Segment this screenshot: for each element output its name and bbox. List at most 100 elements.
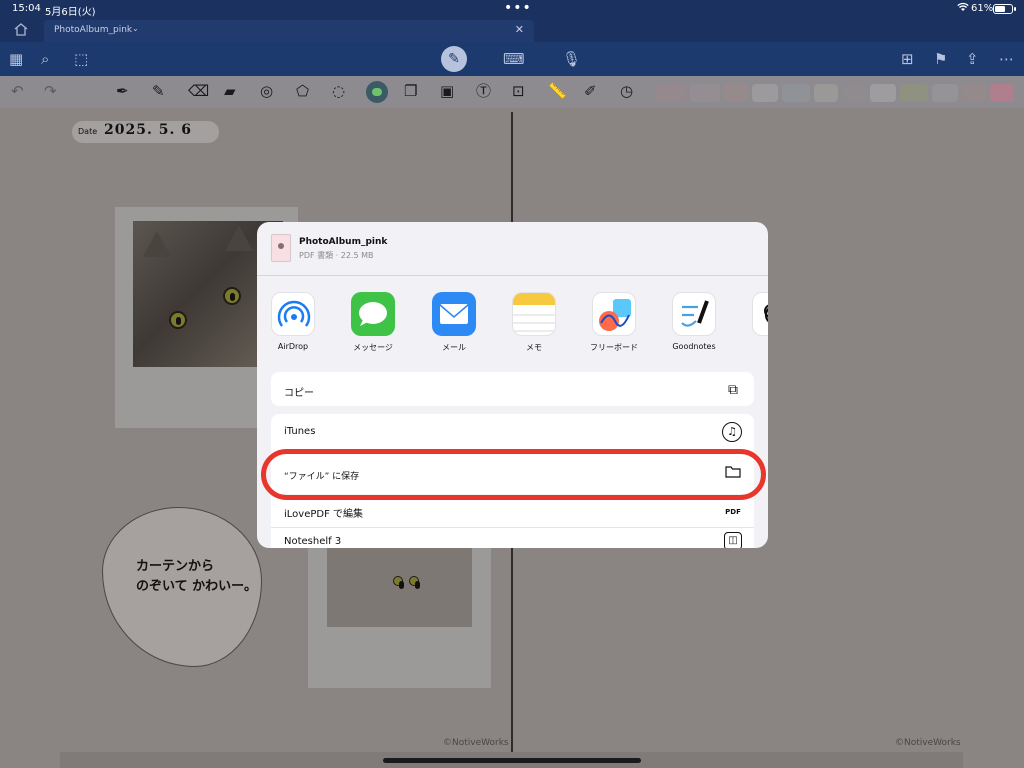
multitask-dots-icon[interactable]: ••• <box>504 0 532 16</box>
timer-icon[interactable]: ◷ <box>620 82 633 100</box>
sticker-swatch[interactable] <box>870 84 896 102</box>
lasso-icon[interactable]: ◌ <box>332 82 345 100</box>
sticker-swatch[interactable] <box>690 84 720 102</box>
chevron-down-icon[interactable]: ⌄ <box>132 24 139 33</box>
pen-icon[interactable]: ✒ <box>116 82 129 100</box>
messages-icon <box>351 292 395 336</box>
watermark: ©NotiveWorks <box>895 738 961 748</box>
bookmark-icon[interactable]: ⚑ <box>934 50 947 68</box>
sticker-swatch[interactable] <box>814 84 838 102</box>
cat-ear <box>225 225 253 251</box>
bubble-text-line: カーテンから <box>136 559 215 574</box>
app-label: フリーボード <box>590 343 638 352</box>
home-indicator[interactable] <box>383 758 641 763</box>
action-label: iTunes <box>284 426 316 437</box>
action-label: iLovePDF で編集 <box>284 509 364 520</box>
app-label: メモ <box>526 343 542 352</box>
cat-photo[interactable] <box>327 548 472 627</box>
microphone-icon[interactable]: 🎙 <box>562 50 581 68</box>
nav-bar: ▦ ⌕ ⬚ ✎ ⌨ 🎙 ⊞ ⚑ ⇪ ⋯ <box>0 42 1024 76</box>
home-icon[interactable] <box>14 23 30 37</box>
mail-icon <box>432 292 476 336</box>
text-box-icon[interactable]: Ⓣ <box>476 82 491 100</box>
share-app-notes[interactable]: メモ <box>502 292 566 362</box>
sticker-tool-icon[interactable] <box>366 81 388 103</box>
keyboard-icon[interactable]: ⌨ <box>503 50 525 68</box>
sticker-swatch[interactable] <box>724 84 748 102</box>
more-icon[interactable]: ⋯ <box>999 50 1014 68</box>
laser-pointer-icon[interactable]: ✐ <box>584 82 597 100</box>
cat-ear <box>143 231 171 257</box>
save-to-files-highlight-ring <box>261 449 766 500</box>
sticker-swatch[interactable] <box>900 84 928 102</box>
freeform-icon <box>592 292 636 336</box>
itunes-icon: ♫ <box>722 422 742 442</box>
shape-icon[interactable]: ◎ <box>260 82 273 100</box>
share-sheet-header: PhotoAlbum_pink PDF 書類 · 22.5 MB <box>257 222 768 276</box>
add-page-icon[interactable]: ⊞ <box>901 50 914 68</box>
battery-fill <box>995 6 1005 12</box>
action-copy[interactable]: コピー ⧉ <box>271 372 754 406</box>
redo-icon[interactable]: ↷ <box>44 82 57 100</box>
watermark: ©NotiveWorks <box>443 738 509 748</box>
airdrop-icon <box>271 292 315 336</box>
lasso-select-icon[interactable]: ⬚ <box>74 50 88 68</box>
status-bar: 15:04 5月6日(火) ••• 61% <box>0 0 1024 18</box>
file-name: PhotoAlbum_pink <box>299 237 388 247</box>
battery-icon <box>993 4 1016 14</box>
sticker-swatch[interactable] <box>752 84 778 102</box>
action-itunes[interactable]: iTunes ♫ <box>271 414 754 452</box>
app-label: メッセージ <box>353 343 393 352</box>
noteshelf-icon: ◫ <box>724 532 742 548</box>
share-app-chatgpt[interactable]: Ch <box>742 292 768 362</box>
wifi-icon <box>957 2 969 15</box>
notes-icon <box>512 292 556 336</box>
highlighter-icon[interactable]: ▰ <box>224 82 236 100</box>
share-app-mail[interactable]: メール <box>422 292 486 362</box>
elements-icon[interactable]: ❐ <box>404 82 417 100</box>
share-app-airdrop[interactable]: AirDrop <box>261 292 325 362</box>
sticker-swatch[interactable] <box>932 84 958 102</box>
copy-icon: ⧉ <box>728 382 738 398</box>
undo-icon[interactable]: ↶ <box>11 82 24 100</box>
cat-eye <box>409 576 420 589</box>
action-label: Noteshelf 3 <box>284 536 342 547</box>
share-app-freeform[interactable]: フリーボード <box>582 292 646 362</box>
tab-title: PhotoAlbum_pink <box>54 25 133 35</box>
app-label: Goodnotes <box>672 342 716 351</box>
file-thumbnail <box>271 234 291 262</box>
close-icon[interactable]: ✕ <box>515 23 524 36</box>
action-ilovepdf[interactable]: iLovePDF で編集 PDF <box>271 496 754 528</box>
chatgpt-icon <box>752 292 768 336</box>
sticker-swatch[interactable] <box>990 84 1014 102</box>
camera-icon[interactable]: ⊡ <box>512 82 525 100</box>
pen-mode-icon[interactable]: ✎ <box>441 46 467 72</box>
search-icon[interactable]: ⌕ <box>41 50 49 68</box>
action-noteshelf[interactable]: Noteshelf 3 ◫ <box>271 529 754 548</box>
status-time: 15:04 <box>12 3 41 14</box>
goodnotes-icon <box>672 292 716 336</box>
app-label: Ch <box>742 342 768 351</box>
status-date: 5月6日(火) <box>45 7 96 18</box>
tab-bar: PhotoAlbum_pink ⌄ ✕ <box>0 18 1024 42</box>
share-app-messages[interactable]: メッセージ <box>341 292 405 362</box>
sticker-swatch[interactable] <box>842 84 866 102</box>
share-icon[interactable]: ⇪ <box>966 50 979 68</box>
pencil-icon[interactable]: ✎ <box>152 82 165 100</box>
grid-icon[interactable]: ▦ <box>9 50 23 68</box>
image-icon[interactable]: ▣ <box>440 82 454 100</box>
cat-eye <box>393 576 404 589</box>
ruler-icon[interactable]: 📏 <box>548 82 567 100</box>
battery-percent: 61% <box>971 3 994 14</box>
eraser-icon[interactable]: ⌫ <box>188 82 209 100</box>
tool-bar: ↶ ↷ ✒ ✎ ⌫ ▰ ◎ ⬠ ◌ ❐ ▣ Ⓣ ⊡ 📏 ✐ ◷ <box>0 76 1024 108</box>
app-label: メール <box>442 343 466 352</box>
sticker-swatch[interactable] <box>782 84 810 102</box>
shapes-icon[interactable]: ⬠ <box>296 82 309 100</box>
sticker-swatch[interactable] <box>962 84 986 102</box>
tab-photoalbum[interactable]: PhotoAlbum_pink ⌄ ✕ <box>44 20 534 42</box>
sticker-swatch[interactable] <box>656 84 686 102</box>
action-label: コピー <box>284 388 314 399</box>
file-meta: PDF 書類 · 22.5 MB <box>299 251 374 260</box>
share-app-goodnotes[interactable]: Goodnotes <box>662 292 726 362</box>
